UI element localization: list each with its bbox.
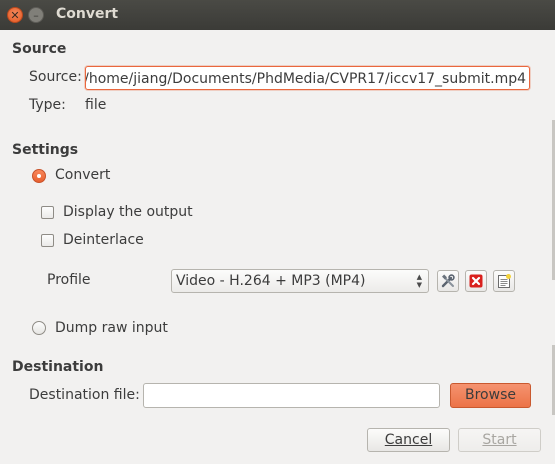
close-window-button[interactable]: ✕	[7, 7, 23, 23]
dump-raw-radio[interactable]	[32, 321, 46, 335]
title-bar: ✕ – Convert	[0, 0, 555, 30]
minimize-window-button[interactable]: –	[28, 7, 44, 23]
profile-dropdown-value: Video - H.264 + MP3 (MP4)	[176, 273, 366, 289]
deinterlace-checkbox[interactable]	[41, 234, 54, 247]
display-output-label[interactable]: Display the output	[63, 204, 193, 220]
browse-button[interactable]: Browse	[450, 383, 531, 408]
cancel-button-label: Cancel	[384, 432, 433, 448]
profile-label: Profile	[47, 272, 91, 288]
tools-icon	[441, 274, 455, 288]
close-icon: ✕	[10, 8, 20, 22]
start-button[interactable]: Start	[458, 428, 541, 452]
type-value: file	[85, 97, 107, 113]
profile-dropdown[interactable]: Video - H.264 + MP3 (MP4) ▲ ▼	[171, 269, 429, 293]
delete-icon	[469, 274, 483, 288]
cancel-button[interactable]: Cancel	[367, 428, 450, 452]
source-heading: Source	[12, 41, 67, 57]
edit-profile-button[interactable]	[437, 270, 459, 292]
destination-file-label: Destination file:	[29, 387, 140, 403]
dump-raw-label[interactable]: Dump raw input	[55, 320, 168, 336]
source-field-value: file:///home/jiang/Documents/PhdMedia/CV…	[85, 71, 526, 87]
window-title: Convert	[56, 6, 119, 22]
display-output-checkbox[interactable]	[41, 206, 54, 219]
deinterlace-label[interactable]: Deinterlace	[63, 232, 144, 248]
type-label: Type:	[29, 97, 66, 113]
start-button-label: Start	[482, 432, 517, 448]
minimize-icon: –	[33, 8, 39, 22]
source-field[interactable]: file:///home/jiang/Documents/PhdMedia/CV…	[85, 66, 530, 90]
delete-profile-button[interactable]	[465, 270, 487, 292]
convert-radio[interactable]	[32, 169, 46, 183]
dropdown-arrows-icon: ▲ ▼	[416, 273, 422, 289]
source-label: Source:	[29, 69, 82, 85]
destination-heading: Destination	[12, 359, 104, 375]
settings-heading: Settings	[12, 142, 79, 158]
convert-label[interactable]: Convert	[55, 167, 110, 183]
new-profile-icon	[498, 274, 511, 288]
destination-file-field[interactable]	[143, 383, 440, 408]
new-profile-button[interactable]	[493, 270, 515, 292]
